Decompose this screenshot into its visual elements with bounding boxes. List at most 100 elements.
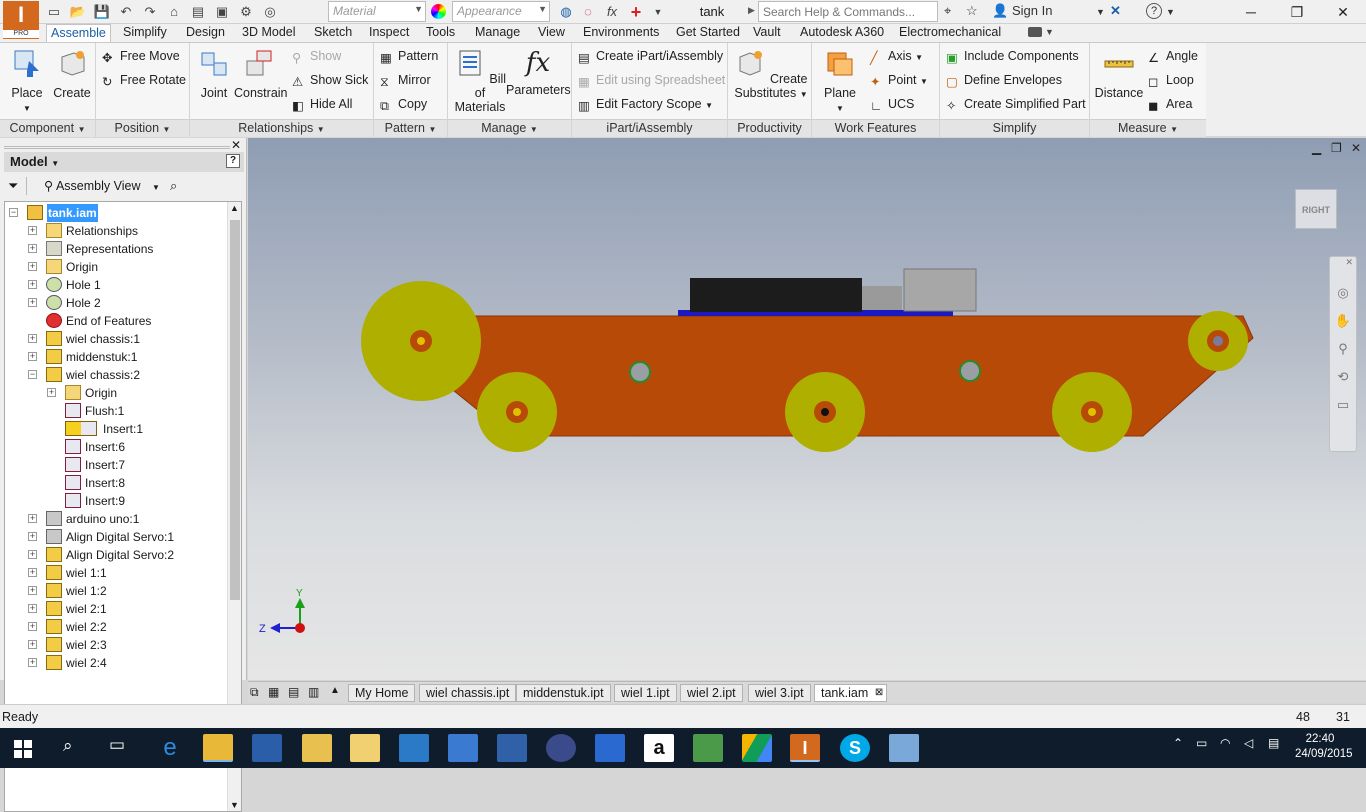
panel-title-relationships[interactable]: Relationships ▼ — [190, 119, 373, 137]
photos-icon[interactable] — [595, 734, 625, 762]
material-combo[interactable]: Material ▼ — [328, 1, 426, 22]
axis-button[interactable]: ╱ Axis ▼ — [870, 45, 923, 67]
expand-icon[interactable]: + — [28, 532, 37, 541]
doc-tab-middenstuk[interactable]: middenstuk.ipt — [516, 684, 611, 702]
windows-start-icon[interactable] — [14, 740, 32, 758]
tree-item[interactable]: + arduino uno:1 — [5, 510, 227, 528]
tab-view[interactable]: View — [534, 24, 569, 43]
expand-icon[interactable]: + — [47, 388, 56, 397]
panel-title-measure[interactable]: Measure ▼ — [1090, 119, 1206, 137]
parameters-button[interactable]: fx Parameters — [506, 45, 571, 97]
store-icon[interactable] — [252, 734, 282, 762]
tree-item[interactable]: + Representations — [5, 240, 227, 258]
remote-desktop-icon[interactable] — [497, 734, 527, 762]
tree-item[interactable]: + Relationships — [5, 222, 227, 240]
create-substitutes-button[interactable]: Create Substitutes ▼ — [734, 45, 808, 102]
include-components-button[interactable]: ▣ Include Components — [946, 45, 1079, 67]
tree-item[interactable]: Insert:7 — [5, 456, 227, 474]
tree-item[interactable]: + Align Digital Servo:2 — [5, 546, 227, 564]
collapse-icon[interactable]: − — [28, 370, 37, 379]
hide-all-button[interactable]: ◧ Hide All — [292, 93, 352, 115]
doc-tab-tank[interactable]: tank.iam ⊠ — [814, 684, 888, 702]
assembly-view-dropdown[interactable]: ⚲ Assembly View ▼ — [44, 175, 160, 199]
tree-item[interactable]: Insert:8 — [5, 474, 227, 492]
minimize-icon[interactable]: ─ — [1228, 0, 1274, 24]
print-icon[interactable]: ▤ — [188, 2, 208, 22]
joint-button[interactable]: Joint — [194, 45, 234, 100]
tree-item[interactable]: + wiel 2:2 — [5, 618, 227, 636]
amazon-icon[interactable]: a — [644, 734, 674, 762]
doc-tab-wiel-chassis[interactable]: wiel chassis.ipt — [419, 684, 517, 702]
cascade-icon[interactable]: ⧉ — [250, 685, 259, 700]
tree-item[interactable]: + wiel 2:3 — [5, 636, 227, 654]
tab-design[interactable]: Design — [182, 24, 229, 43]
open-icon[interactable]: 📂 — [68, 2, 88, 22]
doc-tab-wiel-1[interactable]: wiel 1.ipt — [614, 684, 677, 702]
show-sick-button[interactable]: ⚠ Show Sick — [292, 69, 368, 91]
close-icon[interactable]: ✕ — [231, 138, 241, 152]
skype-icon[interactable]: S — [840, 734, 870, 762]
panel-title-position[interactable]: Position ▼ — [96, 119, 189, 137]
collapse-icon[interactable]: − — [9, 208, 18, 217]
area-button[interactable]: ◼ Area — [1148, 93, 1192, 115]
expand-icon[interactable]: + — [28, 334, 37, 343]
tab-get-started[interactable]: Get Started — [672, 24, 744, 43]
network-app-icon[interactable] — [448, 734, 478, 762]
inventor-taskbar-icon[interactable]: I — [790, 734, 820, 762]
home-icon[interactable]: ⌂ — [164, 2, 184, 22]
cross-icon[interactable]: + — [626, 2, 646, 22]
expand-icon[interactable]: + — [28, 352, 37, 361]
arrange-vertical-icon[interactable]: ▥ — [308, 685, 319, 699]
expand-icon[interactable]: + — [28, 298, 37, 307]
point-button[interactable]: ✦ Point ▼ — [870, 69, 928, 91]
help-icon[interactable]: ? — [1146, 3, 1162, 19]
servo-housing[interactable] — [862, 286, 902, 310]
tree-item[interactable]: + wiel 1:1 — [5, 564, 227, 582]
app-menu-button[interactable]: I PRO — [3, 1, 39, 39]
tab-electromechanical[interactable]: Electromechanical — [895, 24, 1005, 43]
ucs-button[interactable]: ∟ UCS — [870, 93, 914, 115]
servo-block[interactable] — [903, 268, 977, 312]
distance-button[interactable]: Distance — [1094, 45, 1144, 100]
tab-3d-model[interactable]: 3D Model — [238, 24, 300, 43]
scroll-up-icon[interactable]: ▲ — [230, 203, 239, 213]
redo-icon[interactable]: ↷ — [140, 2, 160, 22]
expand-icon[interactable]: + — [28, 226, 37, 235]
adjust-icon[interactable]: ◍ — [556, 2, 576, 22]
bill-of-materials-button[interactable]: Bill of Materials — [452, 45, 508, 114]
clock[interactable]: 22:40 24/09/2015 — [1295, 732, 1353, 762]
free-move-button[interactable]: ✥ Free Move — [102, 45, 180, 67]
filter-icon[interactable]: ⏷ — [8, 175, 18, 197]
tab-manage[interactable]: Manage — [471, 24, 524, 43]
create-simplified-part-button[interactable]: ✧ Create Simplified Part — [946, 93, 1086, 115]
clear-appearance-icon[interactable]: ◌ — [578, 2, 598, 22]
loop-button[interactable]: ◻ Loop — [1148, 69, 1194, 91]
expand-icon[interactable]: + — [28, 244, 37, 253]
app-icon[interactable] — [399, 734, 429, 762]
calculator-icon[interactable] — [546, 734, 576, 762]
expand-icon[interactable]: + — [28, 658, 37, 667]
define-envelopes-button[interactable]: ▢ Define Envelopes — [946, 69, 1062, 91]
show-hidden-icons-icon[interactable]: ⌃ — [1173, 736, 1183, 750]
angle-button[interactable]: ∠ Angle — [1148, 45, 1198, 67]
chevron-down-icon[interactable]: ▼ — [1096, 7, 1105, 17]
tab-vault[interactable]: Vault — [749, 24, 785, 43]
edge-icon[interactable]: e — [155, 734, 185, 762]
qat-dropdown-icon[interactable]: ▼ — [648, 2, 668, 22]
undo-icon[interactable]: ↶ — [116, 2, 136, 22]
sign-in-link[interactable]: Sign In — [1012, 3, 1052, 18]
appearance-combo[interactable]: Appearance ▼ — [452, 1, 550, 22]
tree-item[interactable]: + wiel 2:1 — [5, 600, 227, 618]
save-icon[interactable]: 💾 — [92, 2, 112, 22]
folder-icon[interactable] — [302, 734, 332, 762]
tree-item[interactable]: + Align Digital Servo:1 — [5, 528, 227, 546]
doc-tab-wiel-2[interactable]: wiel 2.ipt — [680, 684, 743, 702]
panel-title-component[interactable]: Component ▼ — [0, 119, 95, 137]
user-icon[interactable]: 👤 — [992, 3, 1008, 19]
tree-item[interactable]: Insert:1 — [5, 420, 227, 438]
exchange-icon[interactable]: ✕ — [1110, 3, 1121, 19]
tree-item[interactable]: Flush:1 — [5, 402, 227, 420]
panel-title-pattern[interactable]: Pattern ▼ — [374, 119, 447, 137]
wifi-icon[interactable]: ◠ — [1220, 736, 1230, 750]
task-view-icon[interactable]: ▭ — [109, 735, 125, 755]
